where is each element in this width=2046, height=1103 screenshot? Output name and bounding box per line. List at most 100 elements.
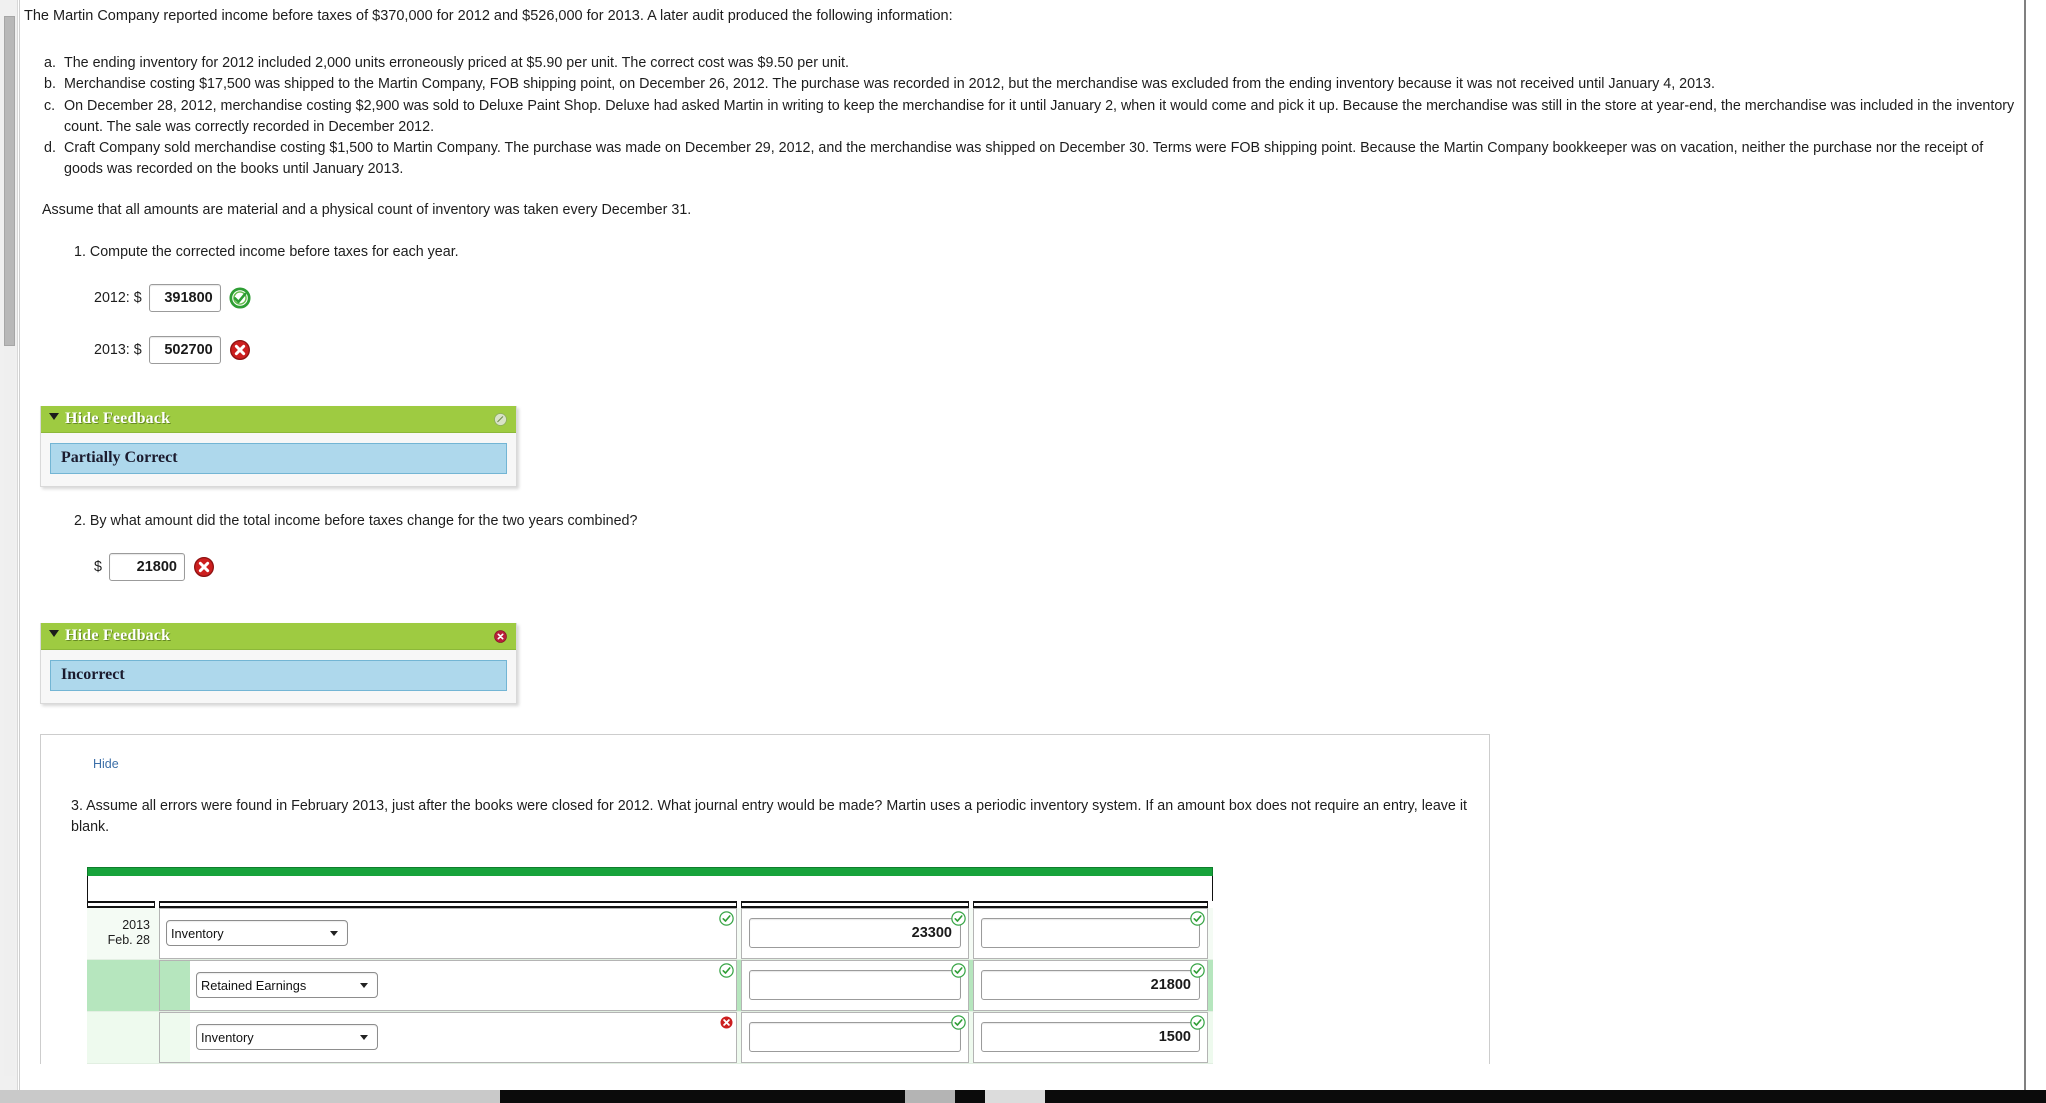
combined-change-input[interactable] [108, 552, 185, 581]
correct-icon [951, 962, 966, 978]
correct-icon [951, 910, 966, 926]
journal-credit-cell [973, 1011, 1208, 1063]
answer-row-2013: 2013: $ [94, 335, 2024, 364]
feedback-2-header[interactable]: Hide Feedback [41, 622, 516, 650]
debit-input-row2[interactable] [749, 970, 961, 1001]
feedback-panel-1: Hide Feedback Partially Correct [40, 405, 517, 487]
currency-symbol-2013: $ [133, 341, 142, 358]
table-row: 2013 Feb. 28 Inventory [87, 907, 1213, 960]
answer-label-2012: 2012: [94, 289, 130, 306]
journal-table-titlerow [87, 875, 1213, 901]
ruler-debit-col [741, 900, 969, 908]
fact-item-d: d. Craft Company sold merchandise costin… [20, 138, 2024, 179]
feedback-1-header-label: Hide Feedback [65, 409, 171, 427]
taskbar-segment [0, 1090, 500, 1103]
journal-credit-cell [973, 959, 1208, 1011]
fact-item-b: b. Merchandise costing $17,500 was shipp… [20, 74, 2024, 95]
journal-account-cell: Inventory [159, 907, 737, 959]
currency-symbol-combined: $ [94, 558, 102, 575]
fact-item-c: c. On December 28, 2012, merchandise cos… [20, 96, 2024, 137]
fact-text-b: Merchandise costing $17,500 was shipped … [64, 76, 1715, 93]
journal-account-cell: Retained Earnings [159, 959, 737, 1011]
account-select-wrapper[interactable]: Retained Earnings [196, 972, 378, 999]
answer-row-combined: $ [94, 552, 2024, 581]
correct-icon [1190, 962, 1205, 978]
partial-badge-icon [494, 413, 507, 426]
taskbar-segment [905, 1090, 955, 1103]
feedback-panel-2: Hide Feedback Incorrect [40, 622, 517, 704]
credit-input-row1[interactable] [981, 918, 1200, 949]
correct-icon [229, 287, 251, 309]
question-2-text: 2. By what amount did the total income b… [74, 512, 638, 529]
correct-icon [719, 910, 734, 926]
account-select-row2[interactable]: Retained Earnings [196, 972, 378, 999]
incorrect-icon [719, 1015, 734, 1030]
credit-input-row3[interactable] [981, 1022, 1200, 1053]
table-row: Inventory [87, 1011, 1213, 1064]
question-3-text: 3. Assume all errors were found in Febru… [71, 797, 1467, 836]
fact-marker-d: d. [44, 140, 56, 157]
journal-column-ruler [87, 900, 1213, 908]
journal-table-topbar [87, 866, 1213, 876]
scrollbar-thumb[interactable] [4, 16, 15, 346]
taskbar-segment [985, 1090, 1045, 1103]
correct-icon [951, 1014, 966, 1030]
feedback-2-header-label: Hide Feedback [65, 626, 171, 644]
debit-input-row3[interactable] [749, 1022, 961, 1053]
incorrect-icon [229, 339, 251, 361]
assignment-content: The Martin Company reported income befor… [20, 0, 2024, 1064]
journal-entry-table: 2013 Feb. 28 Inventory 23300 Retained Ea… [87, 866, 1213, 1064]
ruler-date-col [87, 900, 155, 908]
account-select-row1[interactable]: Inventory [166, 920, 348, 947]
facts-list: a. The ending inventory for 2012 include… [20, 53, 2024, 180]
journal-debit-cell [741, 959, 969, 1011]
feedback-1-status: Partially Correct [50, 442, 507, 474]
table-row: Retained Earnings [87, 959, 1213, 1012]
question-1-block: 1. Compute the corrected income before t… [20, 243, 2024, 364]
feedback-2-body: Incorrect [41, 650, 516, 703]
correct-icon [1190, 1014, 1205, 1030]
credit-input-row2[interactable] [981, 970, 1200, 1001]
problem-intro: The Martin Company reported income befor… [24, 8, 953, 24]
income-2013-input[interactable] [148, 335, 221, 364]
feedback-1-body: Partially Correct [41, 433, 516, 486]
incorrect-badge-icon [494, 630, 507, 643]
journal-debit-cell [741, 1011, 969, 1063]
question-1-text: 1. Compute the corrected income before t… [74, 243, 459, 260]
answer-label-2013: 2013: [94, 341, 130, 358]
account-select-row3[interactable]: Inventory [196, 1024, 378, 1051]
fact-marker-b: b. [44, 76, 56, 93]
account-select-wrapper[interactable]: Inventory [166, 920, 348, 947]
feedback-1-header[interactable]: Hide Feedback [41, 405, 516, 433]
feedback-2-status: Incorrect [50, 659, 507, 691]
debit-input-row1[interactable] [749, 918, 961, 949]
account-select-wrapper[interactable]: Inventory [196, 1024, 378, 1051]
fact-item-a: a. The ending inventory for 2012 include… [20, 53, 2024, 74]
fact-text-a: The ending inventory for 2012 included 2… [64, 54, 849, 71]
collapse-caret-icon [49, 630, 59, 638]
fact-text-d: Craft Company sold merchandise costing $… [64, 140, 1984, 178]
journal-debit-cell [741, 907, 969, 959]
currency-symbol-2012: $ [133, 289, 142, 306]
ruler-account-col [159, 900, 737, 908]
answer-row-2012: 2012: $ [94, 283, 2024, 312]
page-frame: The Martin Company reported income befor… [19, 0, 2026, 1090]
hide-link[interactable]: Hide [93, 757, 119, 771]
collapse-caret-icon [49, 413, 59, 421]
journal-date-cell: 2013 Feb. 28 [87, 908, 155, 959]
question-3-card: Hide 3. Assume all errors were found in … [40, 733, 1490, 1064]
ruler-credit-col [973, 900, 1208, 908]
fact-marker-c: c. [44, 98, 56, 114]
question-2-block: 2. By what amount did the total income b… [20, 512, 2024, 581]
journal-date-cell [87, 1012, 155, 1063]
income-2012-input[interactable] [148, 283, 221, 312]
assumption-note: Assume that all amounts are material and… [42, 201, 692, 218]
correct-icon [1190, 910, 1205, 926]
journal-date-cell [87, 960, 155, 1011]
fact-text-c: On December 28, 2012, merchandise costin… [64, 98, 2015, 135]
desktop-taskbar-edge [0, 1090, 2046, 1103]
journal-credit-cell [973, 907, 1208, 959]
left-scrollbar[interactable] [0, 0, 18, 1090]
fact-marker-a: a. [44, 54, 56, 71]
journal-date-day: Feb. 28 [107, 933, 150, 948]
